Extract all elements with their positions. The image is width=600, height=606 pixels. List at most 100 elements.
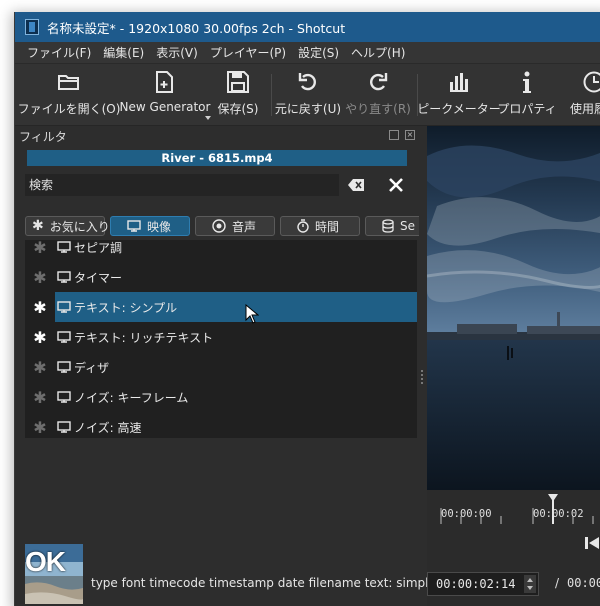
filter-list-item-label: テキスト: リッチテキスト bbox=[74, 330, 214, 345]
preview-overlay-text: OK bbox=[25, 546, 66, 577]
filter-list-item[interactable]: ✱ ノイズ: キーフレーム bbox=[25, 382, 417, 412]
info-icon bbox=[522, 68, 532, 96]
favorite-star-icon[interactable]: ✱ bbox=[25, 388, 55, 407]
video-preview[interactable] bbox=[427, 126, 600, 490]
clear-search-button[interactable] bbox=[345, 174, 367, 196]
menu-settings[interactable]: 設定(S) bbox=[292, 44, 345, 61]
timecode-field[interactable]: 00:00:02:14 bbox=[427, 572, 539, 596]
tab-favorites-label: お気に入り bbox=[49, 219, 110, 234]
toolbar-separator bbox=[271, 74, 272, 116]
filter-list-item-body[interactable]: ディザ bbox=[55, 352, 417, 382]
filter-preview-thumbnail: OK bbox=[25, 544, 83, 604]
filter-list-item[interactable]: ✱ セピア調 bbox=[25, 240, 417, 262]
panel-controls: × bbox=[389, 130, 415, 140]
star-icon: ✱ bbox=[32, 218, 44, 234]
monitor-icon bbox=[57, 331, 71, 343]
speaker-icon bbox=[212, 219, 226, 233]
history-button[interactable]: 使用履歴 bbox=[559, 68, 600, 122]
tab-sets[interactable]: Se bbox=[365, 216, 419, 236]
filter-list-item[interactable]: ✱ テキスト: シンプル bbox=[25, 292, 417, 322]
properties-button[interactable]: プロパティ bbox=[497, 68, 557, 122]
filters-panel-title: フィルタ bbox=[19, 129, 67, 144]
title-bar[interactable]: 名称未設定* - 1920x1080 30.00fps 2ch - Shotcu… bbox=[15, 12, 600, 42]
favorite-star-icon[interactable]: ✱ bbox=[25, 268, 55, 287]
tab-video-label: 映像 bbox=[147, 219, 172, 234]
tab-sets-label: Se bbox=[400, 219, 415, 233]
save-button[interactable]: 保存(S) bbox=[211, 68, 265, 122]
peak-meter-button[interactable]: ピークメーター bbox=[417, 68, 501, 122]
tab-time-label: 時間 bbox=[315, 219, 340, 234]
filter-list-item-body[interactable]: セピア調 bbox=[55, 240, 417, 262]
redo-button[interactable]: やり直す(R) bbox=[345, 68, 411, 122]
clock-icon bbox=[583, 68, 600, 96]
redo-icon bbox=[368, 68, 388, 96]
favorite-star-icon[interactable]: ✱ bbox=[25, 298, 55, 317]
mouse-cursor-icon bbox=[245, 304, 259, 324]
close-filter-selector-button[interactable] bbox=[385, 174, 407, 196]
backspace-icon bbox=[348, 179, 364, 191]
stopwatch-icon bbox=[297, 219, 309, 233]
favorite-star-icon[interactable]: ✱ bbox=[25, 358, 55, 377]
spinner-arrows-icon bbox=[527, 578, 533, 590]
menu-help[interactable]: ヘルプ(H) bbox=[345, 44, 411, 61]
tab-time[interactable]: 時間 bbox=[280, 216, 360, 236]
filter-search-input[interactable]: 検索 bbox=[25, 174, 339, 196]
open-file-label: ファイルを開く(O) bbox=[17, 102, 121, 116]
menu-edit[interactable]: 編集(E) bbox=[97, 44, 150, 61]
filter-list-item[interactable]: ✱ ディザ bbox=[25, 352, 417, 382]
player-panel: 00:00:00 00:00:02 00:00:02:14 / 00:00:13… bbox=[427, 126, 600, 606]
filter-list-item[interactable]: ✱ タイマー bbox=[25, 262, 417, 292]
timecode-spinner[interactable] bbox=[524, 575, 536, 593]
save-icon bbox=[227, 68, 249, 96]
tab-favorites[interactable]: ✱ お気に入り bbox=[25, 216, 110, 236]
monitor-icon bbox=[57, 421, 71, 433]
filter-list-item-label: セピア調 bbox=[74, 240, 123, 255]
undo-icon bbox=[298, 68, 318, 96]
filter-list-item-body[interactable]: タイマー bbox=[55, 262, 417, 292]
panel-splitter-handle[interactable] bbox=[420, 126, 424, 606]
history-label: 使用履歴 bbox=[569, 102, 600, 116]
close-panel-icon[interactable]: × bbox=[405, 130, 415, 140]
float-panel-icon[interactable] bbox=[389, 130, 399, 140]
peak-meter-icon bbox=[450, 68, 468, 96]
player-ruler[interactable]: 00:00:00 00:00:02 bbox=[427, 494, 600, 524]
open-file-button[interactable]: ファイルを開く(O) bbox=[17, 68, 121, 122]
favorite-star-icon[interactable]: ✱ bbox=[25, 418, 55, 437]
skip-to-start-icon[interactable] bbox=[585, 536, 599, 550]
monitor-icon bbox=[57, 361, 71, 373]
undo-label: 元に戻す(U) bbox=[274, 102, 342, 116]
ruler-label-1: 00:00:02 bbox=[533, 508, 584, 520]
monitor-icon bbox=[57, 391, 71, 403]
filter-list-item[interactable]: ✱ テキスト: リッチテキスト bbox=[25, 322, 417, 352]
tab-audio[interactable]: 音声 bbox=[195, 216, 275, 236]
folder-icon bbox=[58, 68, 80, 96]
current-clip-name: River - 6815.mp4 bbox=[27, 150, 407, 166]
peak-meter-label: ピークメーター bbox=[417, 102, 501, 116]
favorite-star-icon[interactable]: ✱ bbox=[25, 328, 55, 347]
filter-list-item-body[interactable]: テキスト: シンプル bbox=[55, 292, 417, 322]
undo-button[interactable]: 元に戻す(U) bbox=[275, 68, 341, 122]
properties-label: プロパティ bbox=[497, 102, 557, 116]
menu-file[interactable]: ファイル(F) bbox=[21, 44, 97, 61]
filter-list-item-body[interactable]: ノイズ: キーフレーム bbox=[55, 382, 417, 412]
transport-controls bbox=[427, 524, 600, 564]
menu-player[interactable]: プレイヤー(P) bbox=[204, 44, 292, 61]
window-title: 名称未設定* - 1920x1080 30.00fps 2ch - Shotcu… bbox=[47, 20, 346, 36]
filter-list-item-label: タイマー bbox=[74, 270, 123, 285]
tab-video[interactable]: 映像 bbox=[110, 216, 190, 236]
ruler-label-0: 00:00:00 bbox=[441, 508, 492, 520]
filter-list-item-label: ディザ bbox=[74, 360, 110, 375]
new-generator-button[interactable]: New Generator bbox=[119, 68, 211, 122]
new-generator-icon bbox=[155, 68, 175, 96]
filter-description: type font timecode timestamp date filena… bbox=[91, 576, 470, 590]
menu-view[interactable]: 表示(V) bbox=[150, 44, 204, 61]
filter-list-item-label: ノイズ: キーフレーム bbox=[74, 390, 189, 405]
main-toolbar: ファイルを開く(O) New Generator 保存(S) 元に戻す(U) や… bbox=[15, 64, 600, 126]
favorite-star-icon[interactable]: ✱ bbox=[25, 240, 55, 257]
duration-value: 00:00:13: bbox=[567, 576, 600, 590]
redo-label: やり直す(R) bbox=[345, 102, 411, 116]
filter-list-item-body[interactable]: テキスト: リッチテキスト bbox=[55, 322, 417, 352]
timecode-separator: / bbox=[555, 576, 560, 590]
shotcut-window: 名称未設定* - 1920x1080 30.00fps 2ch - Shotcu… bbox=[14, 12, 600, 606]
filter-description-area: OK type font timecode timestamp date fil… bbox=[15, 438, 470, 606]
